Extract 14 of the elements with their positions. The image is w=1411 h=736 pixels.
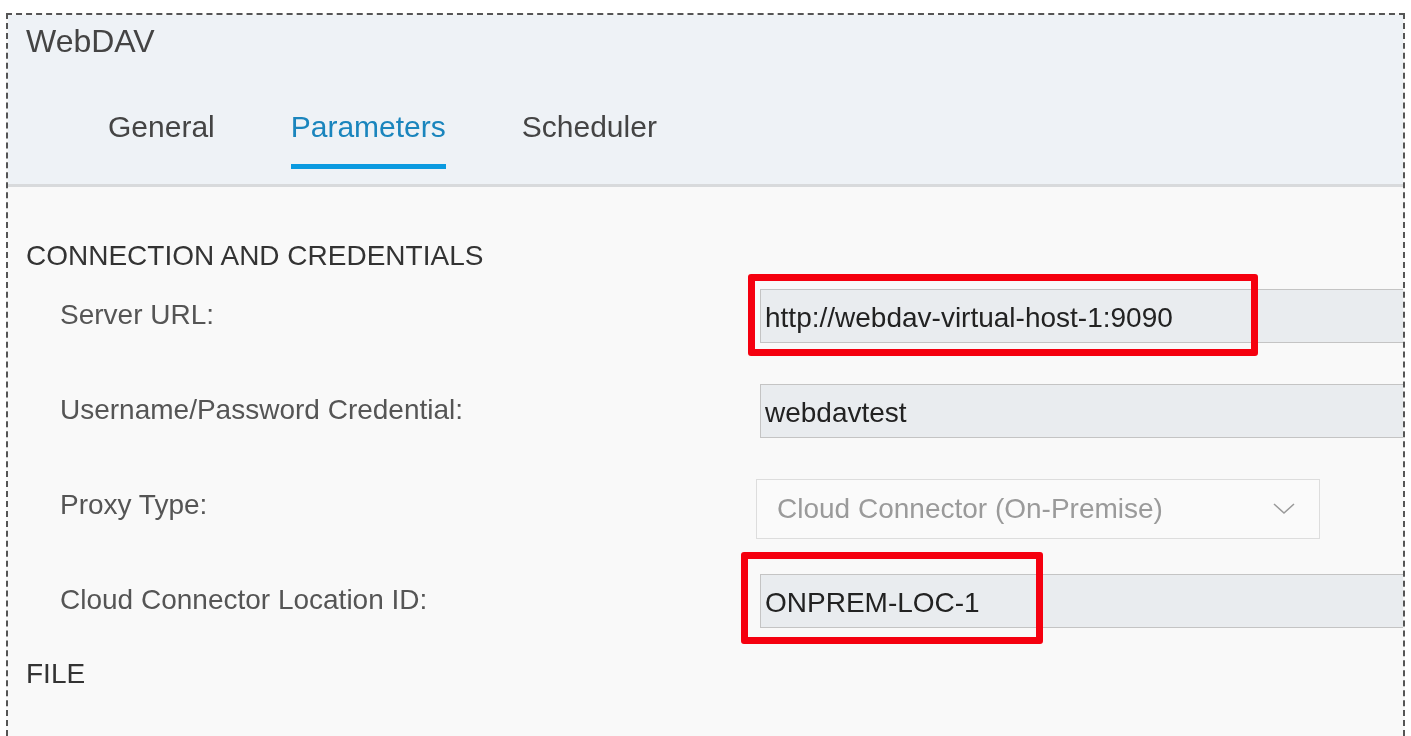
field-label: Server URL: [59,298,216,331]
window-title: WebDAV [26,22,156,61]
tab[interactable]: Scheduler [521,98,657,169]
input-field[interactable]: ONPREM-LOC-1 [760,574,1403,628]
input-field[interactable]: webdavtest [760,384,1403,438]
section-title: FILE [26,657,87,691]
tab[interactable]: Parameters [290,98,446,169]
chevron-down-icon [1273,503,1295,515]
section-title: CONNECTION AND CREDENTIALS [26,239,485,273]
tab[interactable]: General [108,98,215,169]
field-label: Proxy Type: [59,488,209,521]
input-field[interactable]: http://webdav-virtual-host-1:9090 [760,289,1403,343]
field-label: Username/Password Credential: [59,393,465,426]
field-label: Cloud Connector Location ID: [59,583,429,616]
